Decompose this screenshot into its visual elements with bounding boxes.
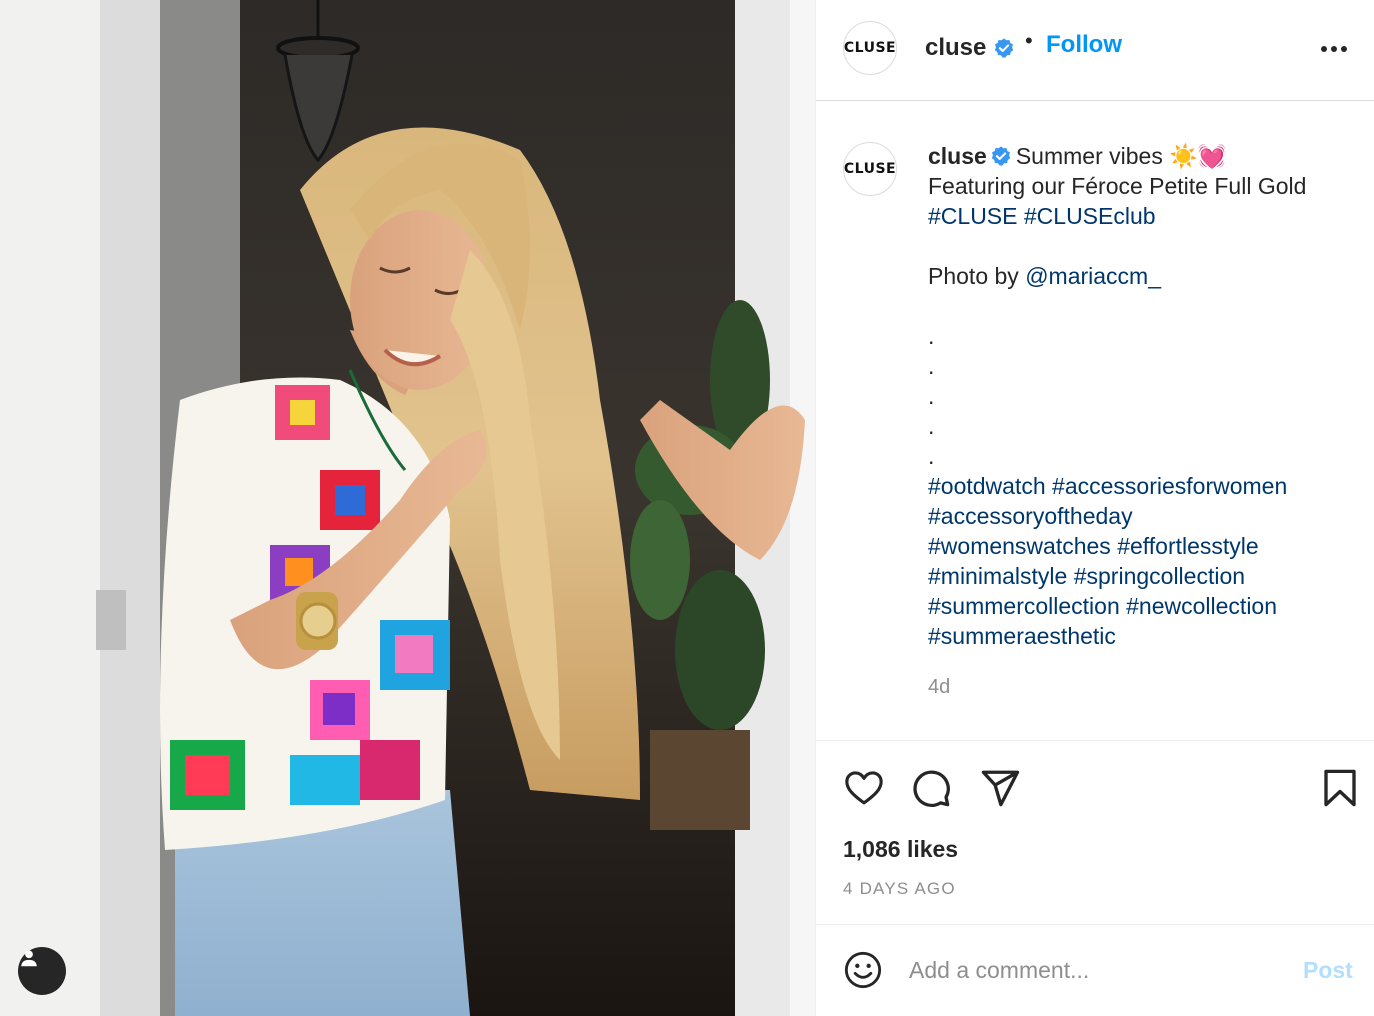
caption-line-2: Featuring our Féroce Petite Full Gold	[928, 173, 1307, 199]
caption-section: CLUSE cluse Summer vibes ☀️💓 Featuring ou…	[816, 101, 1374, 741]
emoji-icon[interactable]	[843, 950, 883, 990]
caption-dot: .	[928, 323, 935, 349]
post-photo-illustration	[0, 0, 815, 1016]
bookmark-icon[interactable]	[1319, 767, 1361, 809]
hashtag-link[interactable]: #accessoriesforwomen	[1052, 473, 1287, 499]
caption-line-1: Summer vibes ☀️💓	[1015, 143, 1227, 169]
heart-icon[interactable]	[843, 767, 885, 809]
header-username[interactable]: cluse	[925, 34, 986, 62]
caption-dot: .	[928, 413, 935, 439]
comment-form: Post	[816, 925, 1374, 1016]
caption-text: cluse Summer vibes ☀️💓 Featuring our Féro…	[928, 141, 1358, 651]
hashtag-link[interactable]: #CLUSE	[928, 203, 1017, 229]
post-image[interactable]	[0, 0, 815, 1016]
comment-input[interactable]	[909, 952, 1289, 988]
photo-credit-label: Photo by	[928, 263, 1026, 289]
hashtag-link[interactable]: #minimalstyle	[928, 563, 1067, 589]
share-icon[interactable]	[979, 767, 1021, 809]
hashtag-link[interactable]: #effortlesstyle	[1117, 533, 1258, 559]
hashtag-link[interactable]: #accessoryoftheday	[928, 503, 1133, 529]
hashtag-link[interactable]: #summeraesthetic	[928, 623, 1116, 649]
post-comment-button[interactable]: Post	[1303, 957, 1353, 984]
tagged-users-button[interactable]	[18, 947, 66, 995]
caption-dot: .	[928, 383, 935, 409]
caption-dot: .	[928, 443, 935, 469]
hashtag-link[interactable]: #ootdwatch	[928, 473, 1046, 499]
caption-username[interactable]: cluse	[928, 143, 987, 169]
photographer-mention-link[interactable]: @mariaccm_	[1025, 263, 1161, 289]
more-options-icon[interactable]	[1319, 44, 1349, 54]
verified-badge-icon	[991, 146, 1010, 166]
post-actions: 1,086 likes 4 DAYS AGO	[816, 741, 1374, 925]
hashtag-link[interactable]: #womenswatches	[928, 533, 1111, 559]
hashtag-link[interactable]: #newcollection	[1126, 593, 1277, 619]
follow-button[interactable]: Follow	[1046, 31, 1122, 59]
user-icon	[21, 950, 37, 967]
hashtag-link[interactable]: #springcollection	[1074, 563, 1245, 589]
hashtag-link[interactable]: #summercollection	[928, 593, 1120, 619]
profile-avatar[interactable]: CLUSE	[843, 21, 897, 75]
hashtag-link[interactable]: #CLUSEclub	[1024, 203, 1156, 229]
comment-icon[interactable]	[910, 767, 952, 809]
caption-age[interactable]: 4d	[928, 676, 950, 699]
likes-count[interactable]: 1,086 likes	[843, 836, 958, 863]
verified-badge-icon	[994, 38, 1014, 58]
post-details-panel: CLUSE cluse • Follow CLUSE cluse Summer v…	[815, 0, 1374, 1016]
caption-avatar[interactable]: CLUSE	[843, 142, 897, 196]
post-header: CLUSE cluse • Follow	[816, 0, 1374, 101]
post-date[interactable]: 4 DAYS AGO	[843, 879, 956, 899]
caption-dot: .	[928, 353, 935, 379]
header-separator: •	[1025, 28, 1033, 53]
